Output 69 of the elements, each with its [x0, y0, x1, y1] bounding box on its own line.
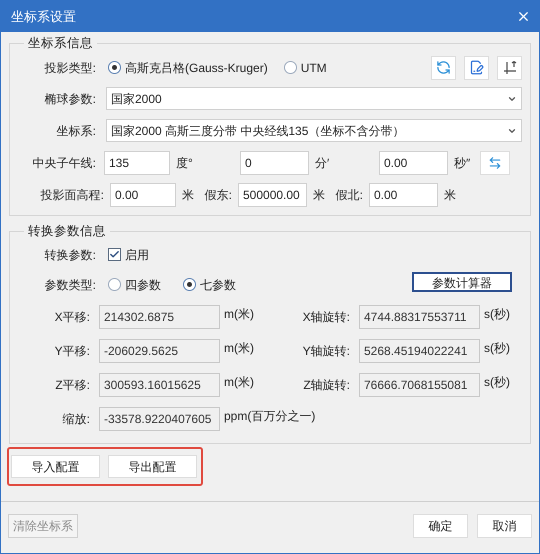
checkbox-label: 启用 [125, 246, 149, 264]
text-field[interactable]: 0.00 [369, 183, 438, 208]
dropdown[interactable]: 国家2000 高斯三度分带 中央经线135（坐标不含分带） [106, 119, 522, 142]
text-field[interactable]: -206029.5625 [99, 338, 220, 363]
swap-icon [487, 156, 503, 170]
field-label: X平移: [54, 308, 90, 326]
unit-label: m(米) [224, 374, 255, 391]
unit-label: 米 [313, 187, 326, 204]
field-label: Z轴旋转: [302, 376, 350, 394]
field-label: 假北: [334, 187, 363, 204]
tool-button[interactable] [464, 56, 489, 80]
text-field[interactable]: 500000.00 [238, 183, 307, 208]
dropdown[interactable]: 国家2000 [106, 87, 522, 110]
field-label: Y轴旋转: [302, 342, 350, 360]
text-field[interactable]: 0.00 [379, 151, 448, 176]
unit-label: 分′ [315, 155, 330, 172]
text-field[interactable]: 0 [240, 151, 309, 176]
window-title: 坐标系设置 [11, 8, 77, 26]
text-field[interactable]: -33578.9220407605 [99, 406, 220, 431]
field-label: 参数类型: [44, 276, 96, 294]
tool-button[interactable] [497, 56, 522, 80]
unit-label: 度° [176, 155, 194, 172]
dialog-button[interactable]: 取消 [477, 514, 532, 538]
text-field[interactable]: 0.00 [110, 183, 176, 208]
field-label: 中央子午线: [32, 155, 96, 172]
field-label: Y平移: [54, 342, 90, 360]
radio-label: 七参数 [200, 276, 236, 294]
swap-button[interactable] [480, 151, 510, 176]
radio-button[interactable] [108, 61, 121, 74]
group-title: 转换参数信息 [27, 223, 107, 240]
field-label: 投影面高程: [40, 187, 104, 204]
radio-button[interactable] [284, 61, 297, 74]
radio-label: UTM [300, 60, 327, 77]
text-field[interactable]: 135 [104, 151, 170, 176]
config-button[interactable]: 导出配置 [108, 455, 197, 478]
unit-label: s(秒) [484, 306, 510, 323]
axis-icon [502, 60, 516, 75]
group-title: 坐标系信息 [27, 35, 94, 52]
checkbox[interactable] [108, 248, 121, 262]
unit-label: 米 [182, 187, 195, 204]
text-field[interactable]: 300593.16015625 [99, 372, 220, 397]
unit-label: ppm(百万分之一) [224, 408, 316, 425]
radio-label: 高斯克吕格(Gauss-Kruger) [125, 60, 268, 77]
field-label: 转换参数: [44, 246, 96, 264]
unit-label: 米 [444, 187, 457, 204]
dialog-button[interactable]: 确定 [413, 514, 468, 538]
unit-label: m(米) [224, 306, 255, 323]
field-label: 假东: [204, 187, 232, 204]
text-field[interactable]: 214302.6875 [99, 304, 220, 329]
text-field[interactable]: 5268.45194022241 [359, 338, 480, 363]
unit-label: s(秒) [484, 340, 510, 357]
radio-button[interactable] [108, 278, 121, 292]
unit-label: s(秒) [484, 374, 510, 391]
config-button[interactable]: 导入配置 [11, 455, 100, 478]
radio-button[interactable] [183, 278, 196, 292]
field-label: 缩放: [62, 410, 90, 428]
field-label: X轴旋转: [302, 308, 350, 326]
refresh-icon [436, 60, 451, 76]
field-label: Z平移: [54, 376, 90, 394]
radio-label: 四参数 [125, 276, 161, 294]
field-label: 坐标系: [56, 122, 96, 140]
calculator-button[interactable]: 参数计算器 [412, 272, 512, 292]
field-label: 投影类型: [44, 60, 96, 77]
text-field[interactable]: 4744.88317553711 [359, 304, 480, 329]
unit-label: m(米) [224, 340, 255, 357]
field-label: 椭球参数: [44, 90, 96, 108]
file-edit-icon [469, 60, 484, 76]
text-field[interactable]: 76666.7068155081 [359, 372, 480, 397]
unit-label: 秒″ [454, 155, 472, 172]
